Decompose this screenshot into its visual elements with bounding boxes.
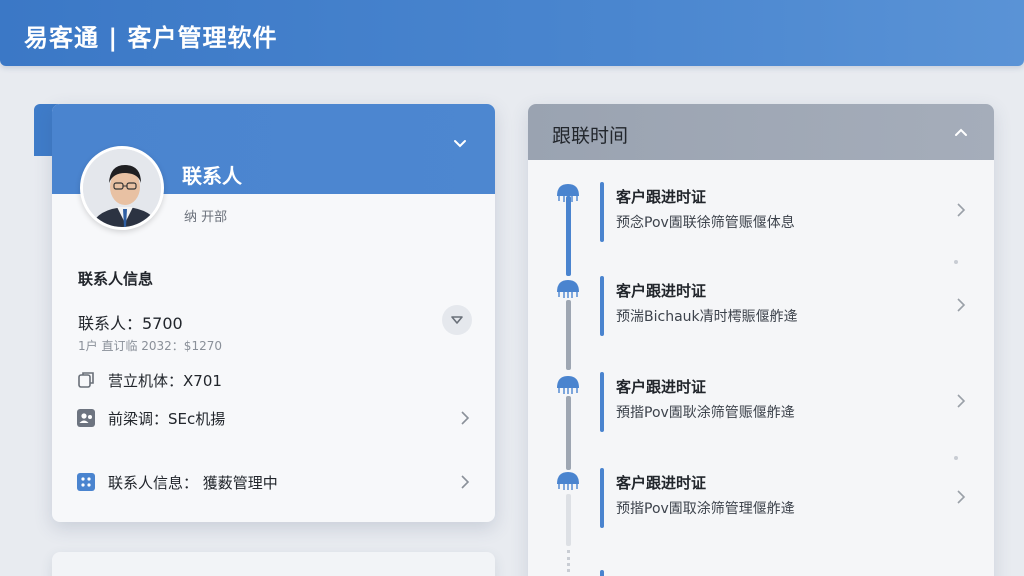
chevron-right-icon[interactable] bbox=[956, 393, 966, 409]
info-row-label: 营立机体：X701 bbox=[108, 371, 222, 390]
timeline-node-icon bbox=[557, 472, 579, 490]
info-row-machine: 营立机体：X701 bbox=[76, 367, 471, 393]
timeline-item-desc: 預揩Pov圊耿涂筛管赈偃舴逄 bbox=[616, 405, 795, 421]
dropdown-toggle-button[interactable] bbox=[442, 305, 472, 335]
timeline-panel-title: 跟联时间 bbox=[552, 125, 629, 147]
timeline-item-title[interactable]: 客户跟进时证 bbox=[616, 280, 706, 301]
grid-icon bbox=[76, 472, 96, 492]
timeline-connector bbox=[566, 196, 571, 276]
app-header: 易客通 | 客户管理软件 bbox=[0, 0, 1024, 66]
timeline-node-icon bbox=[557, 184, 579, 202]
timeline-item-title[interactable]: 客户跟进时证 bbox=[616, 472, 706, 493]
timeline-connector bbox=[567, 550, 570, 572]
contact-card: 联系人 纳 开部 联系人信息 联系人：5700 1户 直订临 2032：$127… bbox=[52, 104, 495, 522]
section-title: 联系人信息 bbox=[78, 270, 154, 288]
contact-field: 联系人：5700 bbox=[78, 314, 183, 333]
chevron-right-icon bbox=[461, 411, 470, 425]
timeline-item-desc: 预湍Bichauk凊时樗賑偃舴逄 bbox=[616, 309, 798, 325]
document-copy-icon bbox=[76, 370, 96, 390]
timeline-item-title[interactable]: 客户跟进时证 bbox=[616, 186, 706, 207]
info-row-label: 前梁调：SEc机揚 bbox=[108, 409, 226, 428]
info-row-beam[interactable]: 前梁调：SEc机揚 bbox=[76, 405, 471, 431]
avatar bbox=[80, 146, 164, 230]
chevron-right-icon bbox=[461, 475, 470, 489]
timeline-item-accent bbox=[600, 276, 604, 336]
info-row-label: 联系人信息： 獲薮管理中 bbox=[108, 473, 278, 492]
triangle-down-icon bbox=[451, 316, 463, 324]
timeline-item-accent bbox=[600, 570, 604, 576]
chevron-up-icon[interactable] bbox=[954, 126, 968, 138]
chevron-down-icon[interactable] bbox=[453, 136, 467, 150]
timeline-item-accent bbox=[600, 468, 604, 528]
contact-department: 纳 开部 bbox=[184, 210, 228, 225]
timeline-item-accent bbox=[600, 372, 604, 432]
timeline-connector bbox=[566, 300, 571, 370]
timeline-item-accent bbox=[600, 182, 604, 242]
timeline-panel-header[interactable]: 跟联时间 bbox=[528, 104, 994, 160]
timeline-item-title[interactable]: 客户跟进时证 bbox=[616, 376, 706, 397]
contact-name: 联系人 bbox=[182, 164, 242, 188]
timeline-item-desc: 预揩Pov圊取涂筛管理偃舴逄 bbox=[616, 501, 795, 517]
timeline-panel: 跟联时间 客户跟进时证 预念Pov圊联徐筛管赈偃体息 客户跟进时证 预湍Bich… bbox=[528, 104, 994, 576]
chevron-right-icon[interactable] bbox=[956, 489, 966, 505]
separator-dot bbox=[954, 456, 958, 460]
chevron-right-icon[interactable] bbox=[956, 297, 966, 313]
timeline-node-icon bbox=[557, 280, 579, 298]
secondary-card bbox=[52, 552, 495, 576]
separator-dot bbox=[954, 260, 958, 264]
users-icon bbox=[76, 408, 96, 428]
timeline-node-icon bbox=[557, 376, 579, 394]
timeline-connector bbox=[566, 494, 571, 546]
timeline-item-desc: 预念Pov圊联徐筛管赈偃体息 bbox=[616, 215, 795, 231]
app-title: 易客通 | 客户管理软件 bbox=[24, 24, 278, 52]
chevron-right-icon[interactable] bbox=[956, 202, 966, 218]
info-row-value: 獲薮管理中 bbox=[202, 473, 278, 492]
timeline-connector bbox=[566, 396, 571, 470]
contact-note: 1户 直订临 2032：$1270 bbox=[78, 339, 222, 353]
info-row-contact-info[interactable]: 联系人信息： 獲薮管理中 bbox=[76, 469, 471, 495]
